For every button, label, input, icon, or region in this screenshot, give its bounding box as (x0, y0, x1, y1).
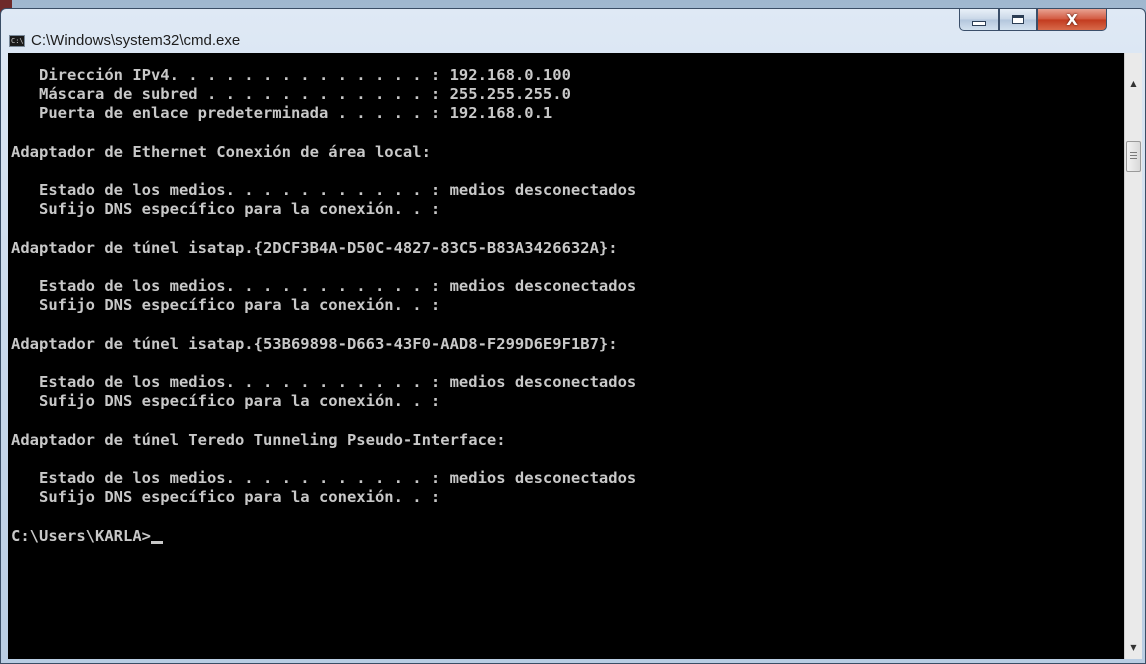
cmd-window: C:\ C:\Windows\system32\cmd.exe X Direcc… (0, 8, 1146, 664)
scrollbar-thumb[interactable] (1126, 141, 1141, 172)
console-line: Adaptador de Ethernet Conexión de área l… (11, 142, 431, 161)
close-icon: X (1066, 10, 1078, 29)
scroll-up-arrow-icon[interactable]: ▲ (1125, 75, 1142, 92)
scrollbar-grip-icon (1130, 152, 1137, 161)
console-line: Estado de los medios. . . . . . . . . . … (11, 181, 637, 200)
console-text: Dirección IPv4. . . . . . . . . . . . . … (11, 66, 636, 546)
console-line: Adaptador de túnel isatap.{53B69898-D663… (11, 334, 618, 353)
console-line: Adaptador de túnel isatap.{2DCF3B4A-D50C… (11, 238, 618, 257)
maximize-button[interactable] (999, 9, 1037, 31)
maximize-icon (1012, 15, 1024, 24)
console-line: Máscara de subred . . . . . . . . . . . … (11, 85, 571, 104)
console-line: Sufijo DNS específico para la conexión. … (11, 200, 441, 219)
console-line: Estado de los medios. . . . . . . . . . … (11, 373, 637, 391)
cmd-app-icon[interactable]: C:\ (9, 35, 25, 47)
console-line: Sufijo DNS específico para la conexión. … (11, 392, 441, 411)
console-output-area[interactable]: Dirección IPv4. . . . . . . . . . . . . … (8, 53, 1124, 659)
minimize-button[interactable] (959, 9, 999, 31)
window-title: C:\Windows\system32\cmd.exe (31, 32, 241, 49)
title-bar[interactable]: C:\ C:\Windows\system32\cmd.exe X (1, 9, 1145, 53)
scroll-down-arrow-icon[interactable]: ▼ (1125, 639, 1142, 656)
console-line: Sufijo DNS específico para la conexión. … (11, 488, 441, 507)
close-button[interactable]: X (1037, 9, 1107, 31)
vertical-scrollbar[interactable]: ▲ ▼ (1124, 53, 1142, 659)
console-line: Sufijo DNS específico para la conexión. … (11, 296, 441, 315)
console-line: Puerta de enlace predeterminada . . . . … (11, 104, 553, 123)
text-cursor-icon (150, 540, 163, 544)
console-line: Dirección IPv4. . . . . . . . . . . . . … (11, 66, 571, 84)
console-line: Estado de los medios. . . . . . . . . . … (11, 277, 637, 296)
command-prompt-line[interactable]: C:\Users\KARLA> (11, 527, 636, 546)
console-line: Estado de los medios. . . . . . . . . . … (11, 468, 637, 487)
command-prompt: C:\Users\KARLA> (11, 526, 151, 545)
console-line: Adaptador de túnel Teredo Tunneling Pseu… (11, 430, 506, 449)
minimize-icon (972, 21, 986, 26)
